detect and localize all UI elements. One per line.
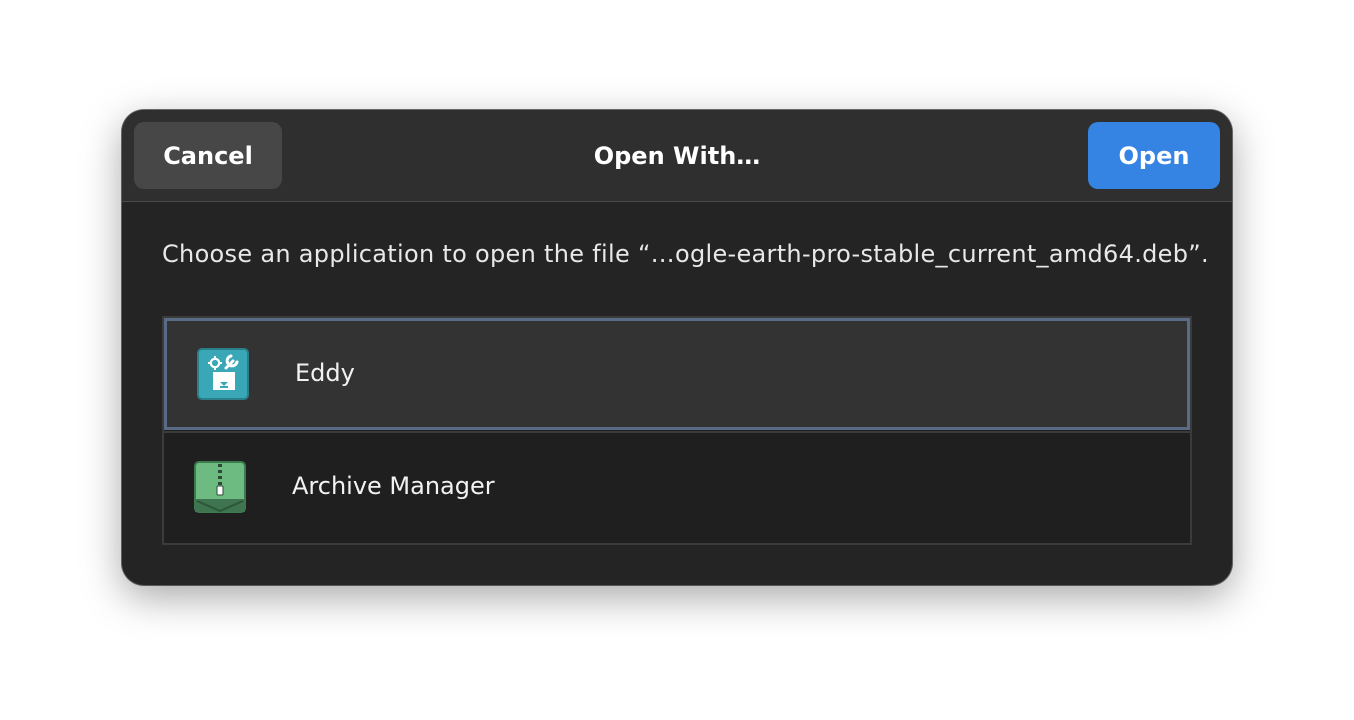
list-item-archive-manager[interactable]: Archive Manager: [164, 431, 1190, 543]
eddy-icon: [197, 348, 249, 400]
app-label: Archive Manager: [292, 472, 495, 500]
app-label: Eddy: [295, 359, 355, 387]
open-button[interactable]: Open: [1088, 122, 1220, 189]
dialog-message: Choose an application to open the file “…: [162, 240, 1209, 268]
archive-manager-icon: [194, 461, 246, 513]
open-with-dialog: Cancel Open With… Open Choose an applica…: [122, 110, 1232, 585]
app-list: Eddy Archive Manager: [162, 316, 1192, 545]
cancel-button[interactable]: Cancel: [134, 122, 282, 189]
list-item-eddy[interactable]: Eddy: [164, 318, 1190, 430]
dialog-title: Open With…: [593, 141, 761, 170]
header-bar: Cancel Open With… Open: [122, 110, 1232, 202]
